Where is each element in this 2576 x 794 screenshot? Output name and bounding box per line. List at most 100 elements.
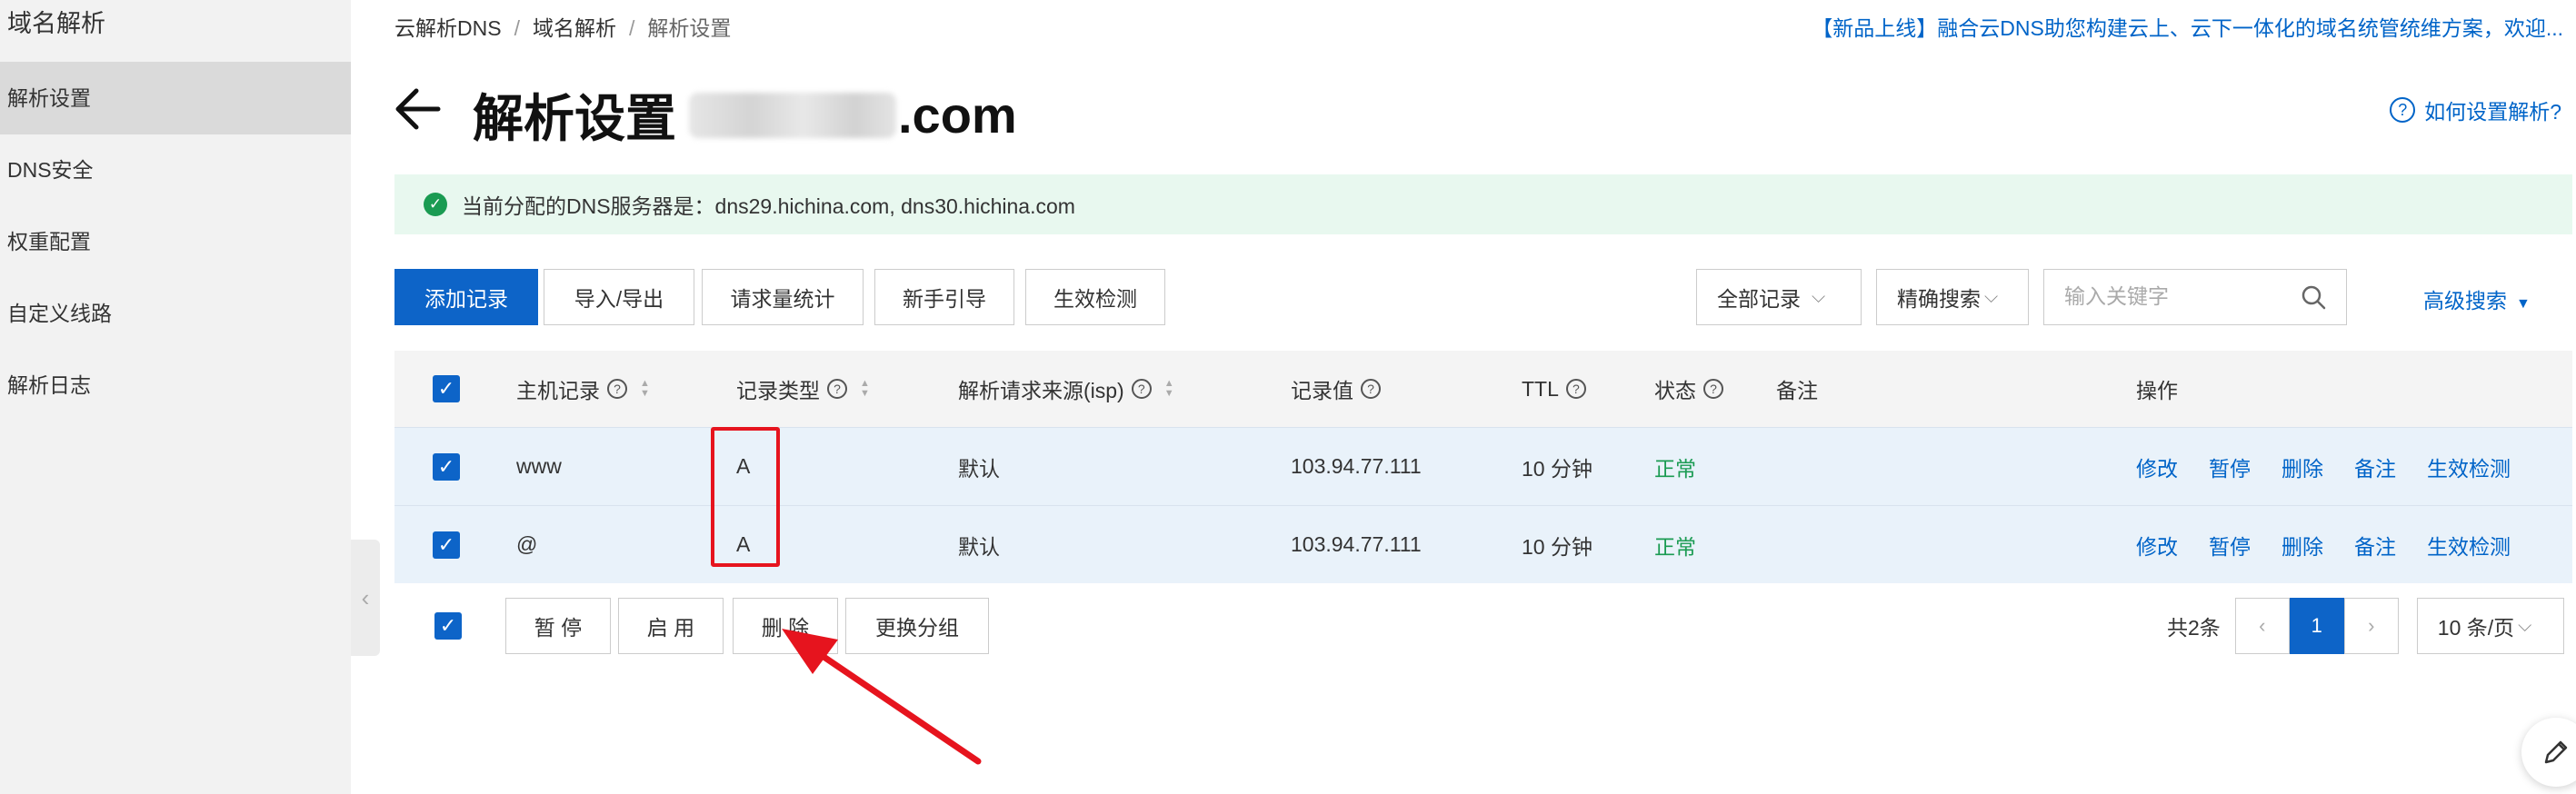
effect-check-link[interactable]: 生效检测 xyxy=(2427,452,2511,482)
check-circle-icon: ✓ xyxy=(424,193,447,216)
row-actions: 修改 暂停 删除 备注 生效检测 xyxy=(2136,428,2511,505)
sidebar-item-weight-config[interactable]: 权重配置 xyxy=(0,205,351,278)
advanced-search-link[interactable]: 高级搜索 ▼ xyxy=(2423,283,2531,314)
breadcrumb: 云解析DNS / 域名解析 / 解析设置 xyxy=(394,16,732,40)
pause-link[interactable]: 暂停 xyxy=(2209,530,2251,561)
checkbox-checked-icon: ✓ xyxy=(433,452,460,481)
sidebar-collapse-handle[interactable]: ‹ xyxy=(351,540,380,656)
help-link[interactable]: ? 如何设置解析? xyxy=(2390,94,2561,125)
delete-link[interactable]: 删除 xyxy=(2281,452,2323,482)
bulk-select-checkbox[interactable]: ✓ xyxy=(434,612,462,640)
sort-icon[interactable]: ▲ ▼ xyxy=(1164,379,1174,399)
next-page-button[interactable]: › xyxy=(2343,598,2399,654)
app-root: 域名解析 解析设置 DNS安全 权重配置 自定义线路 解析日志 ‹ 云解析DNS… xyxy=(0,0,2576,794)
advanced-search-label: 高级搜索 xyxy=(2423,289,2507,313)
help-circle-icon[interactable]: ? xyxy=(827,379,847,399)
checkbox-checked-icon: ✓ xyxy=(433,375,460,402)
cell-host: www xyxy=(516,454,562,478)
cell-value: 103.94.77.111 xyxy=(1291,454,1422,478)
select-all-checkbox[interactable]: ✓ xyxy=(433,351,460,427)
pause-link[interactable]: 暂停 xyxy=(2209,452,2251,482)
sort-icon[interactable]: ▲ ▼ xyxy=(860,379,870,399)
header-ttl-label: TTL xyxy=(1522,376,1559,401)
header-isp-label: 解析请求来源(isp) xyxy=(958,379,1124,402)
cell-status: 正常 xyxy=(1654,456,1696,481)
sidebar-item-dns-security[interactable]: DNS安全 xyxy=(0,134,351,206)
edit-link[interactable]: 修改 xyxy=(2136,530,2178,561)
effect-check-button[interactable]: 生效检测 xyxy=(1025,269,1165,325)
pagination: 共2条 ‹ 1 › 10 条/页 ⌵ xyxy=(2167,598,2564,654)
page-title-prefix: 解析设置 xyxy=(473,90,676,147)
cell-ttl: 10 分钟 xyxy=(1522,456,1593,481)
sidebar-item-dns-settings[interactable]: 解析设置 xyxy=(0,62,351,134)
row-actions: 修改 暂停 删除 备注 生效检测 xyxy=(2136,506,2511,583)
header-type-label: 记录类型 xyxy=(736,379,820,402)
header-type[interactable]: 记录类型 ? ▲ ▼ xyxy=(736,351,870,427)
header-status: 状态 ? xyxy=(1654,351,1723,427)
header-host-label: 主机记录 xyxy=(516,379,600,402)
bulk-pause-button[interactable]: 暂 停 xyxy=(505,598,611,654)
cell-status: 正常 xyxy=(1654,534,1696,559)
record-filter-value: 全部记录 xyxy=(1717,287,1801,311)
record-filter-select[interactable]: 全部记录 ⌵ xyxy=(1696,269,1862,325)
request-stats-button[interactable]: 请求量统计 xyxy=(702,269,864,325)
chevron-left-icon: ‹ xyxy=(2259,614,2266,637)
header-isp[interactable]: 解析请求来源(isp) ? ▲ ▼ xyxy=(958,351,1174,427)
chevron-left-icon: ‹ xyxy=(361,583,370,611)
pencil-icon xyxy=(2544,740,2568,764)
help-circle-icon[interactable]: ? xyxy=(1565,379,1586,399)
header-host[interactable]: 主机记录 ? ▲ ▼ xyxy=(516,351,650,427)
beginner-guide-button[interactable]: 新手引导 xyxy=(874,269,1014,325)
sort-icon[interactable]: ▲ ▼ xyxy=(640,379,650,399)
import-export-button[interactable]: 导入/导出 xyxy=(544,269,694,325)
chevron-right-icon: › xyxy=(2368,614,2375,637)
cell-isp: 默认 xyxy=(958,456,1000,481)
search-box xyxy=(2043,269,2347,325)
remark-link[interactable]: 备注 xyxy=(2354,452,2396,482)
caret-down-icon: ▼ xyxy=(2516,296,2531,312)
sidebar-item-custom-line[interactable]: 自定义线路 xyxy=(0,277,351,350)
help-circle-icon[interactable]: ? xyxy=(1703,379,1723,399)
blurred-domain-name xyxy=(689,92,896,138)
search-mode-select[interactable]: 精确搜索 ⌵ xyxy=(1876,269,2029,325)
cell-ttl: 10 分钟 xyxy=(1522,534,1593,559)
row-checkbox[interactable]: ✓ xyxy=(433,506,460,583)
header-value-label: 记录值 xyxy=(1291,379,1353,402)
cell-host: @ xyxy=(516,532,538,556)
breadcrumb-item-cloud-dns[interactable]: 云解析DNS xyxy=(394,16,502,40)
highlight-box-annotation xyxy=(711,427,780,567)
back-arrow-icon[interactable] xyxy=(394,84,442,134)
sidebar: 域名解析 解析设置 DNS安全 权重配置 自定义线路 解析日志 xyxy=(0,0,351,794)
remark-link[interactable]: 备注 xyxy=(2354,530,2396,561)
feedback-edit-button[interactable] xyxy=(2521,718,2576,787)
announcement-link[interactable]: 【新品上线】融合云DNS助您构建云上、云下一体化的域名统管统维方案，欢迎... xyxy=(1812,11,2563,42)
help-circle-icon[interactable]: ? xyxy=(1361,379,1381,399)
breadcrumb-item-domain-dns[interactable]: 域名解析 xyxy=(533,16,616,40)
page-number-button[interactable]: 1 xyxy=(2289,598,2344,654)
header-actions: 操作 xyxy=(2136,379,2178,402)
edit-link[interactable]: 修改 xyxy=(2136,452,2178,482)
delete-link[interactable]: 删除 xyxy=(2281,530,2323,561)
help-circle-icon[interactable]: ? xyxy=(607,379,627,399)
search-mode-value: 精确搜索 xyxy=(1897,287,1981,311)
dns-server-notice: ✓ 当前分配的DNS服务器是：dns29.hichina.com, dns30.… xyxy=(394,174,2572,234)
page-size-select[interactable]: 10 条/页 ⌵ xyxy=(2416,598,2564,654)
add-record-button[interactable]: 添加记录 xyxy=(394,269,538,325)
sidebar-item-dns-log[interactable]: 解析日志 xyxy=(0,349,351,422)
prev-page-button[interactable]: ‹ xyxy=(2234,598,2290,654)
row-checkbox[interactable]: ✓ xyxy=(433,428,460,505)
checkbox-checked-icon: ✓ xyxy=(433,531,460,559)
search-input[interactable] xyxy=(2044,270,2281,323)
header-remark: 备注 xyxy=(1776,379,1818,402)
help-circle-icon[interactable]: ? xyxy=(1131,379,1152,399)
sidebar-title: 域名解析 xyxy=(7,10,105,37)
page-size-value: 10 条/页 xyxy=(2437,616,2515,640)
help-circle-icon: ? xyxy=(2390,97,2416,123)
effect-check-link[interactable]: 生效检测 xyxy=(2427,530,2511,561)
bulk-enable-button[interactable]: 启 用 xyxy=(618,598,724,654)
dns-notice-text: 当前分配的DNS服务器是：dns29.hichina.com, dns30.hi… xyxy=(462,194,1075,218)
page-title: 解析设置 .com xyxy=(473,78,1017,152)
chevron-down-icon: ⌵ xyxy=(1984,286,1999,307)
header-status-label: 状态 xyxy=(1654,379,1696,402)
search-icon[interactable] xyxy=(2301,284,2326,310)
